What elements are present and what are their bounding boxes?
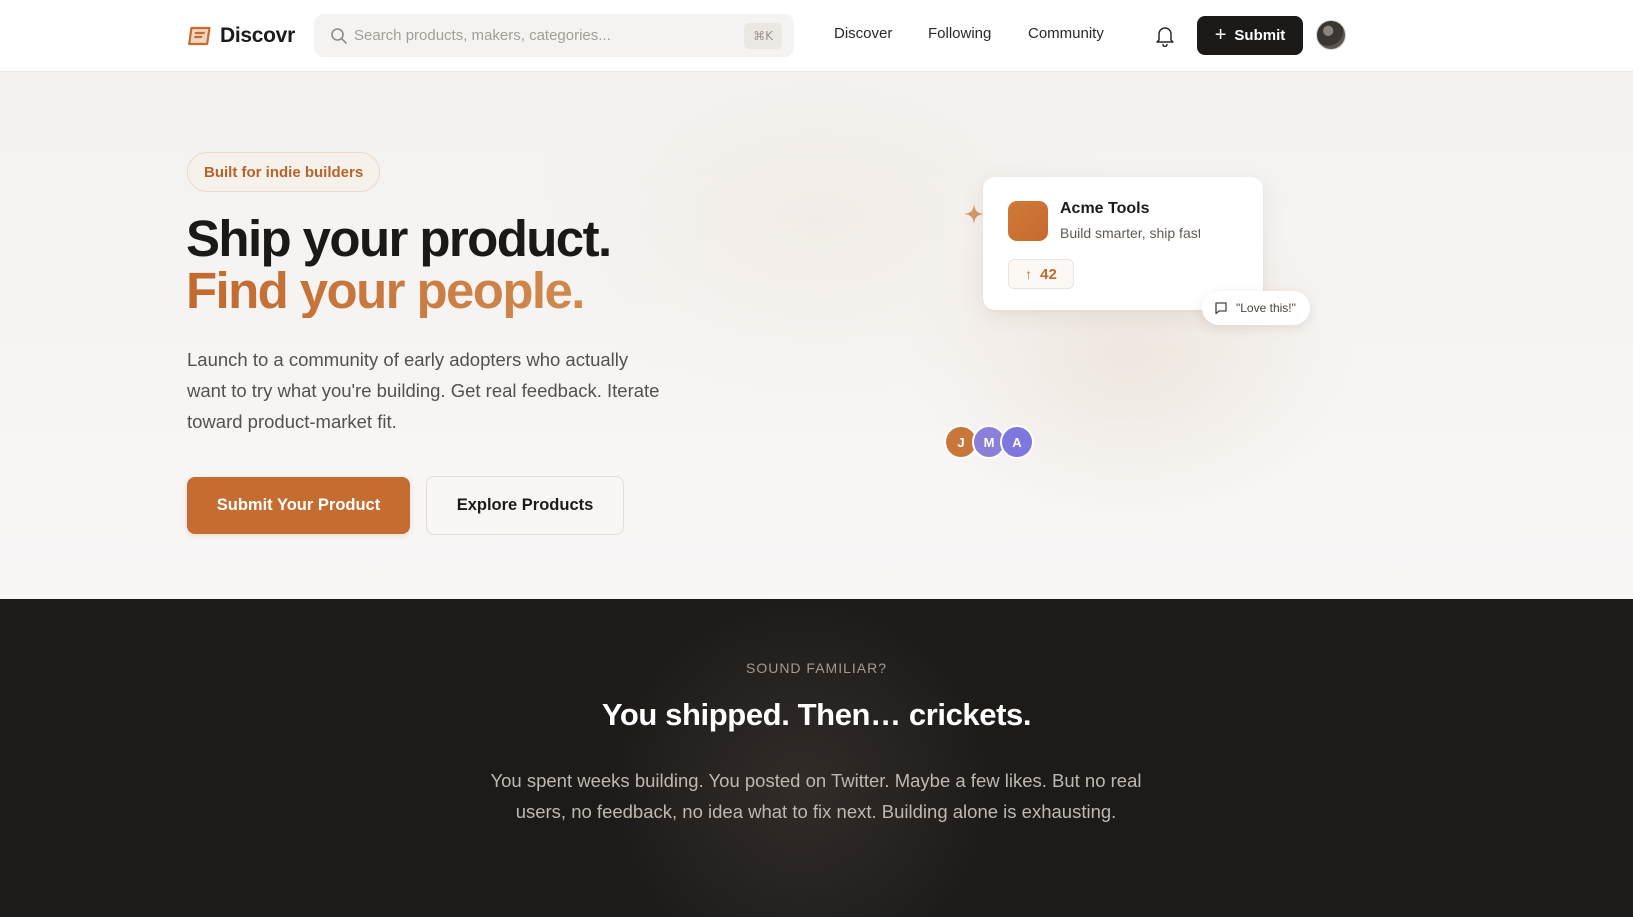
explore-products-button[interactable]: Explore Products [426, 476, 624, 535]
logo-icon [188, 26, 211, 46]
brand-logo[interactable]: Discovr [187, 22, 295, 50]
comment-bubble: "Love this!" [1202, 291, 1310, 325]
upvote-count: 42 [1040, 265, 1057, 283]
product-tagline: Build smarter, ship faster [1060, 225, 1200, 241]
search-shortcut-badge: ⌘K [744, 23, 782, 49]
plus-icon: + [1214, 23, 1227, 46]
hero-section: Built for indie builders Ship your produ… [0, 72, 1633, 599]
hero-title-line-1: Ship your product. [186, 210, 612, 267]
header-submit-button[interactable]: + Submit [1197, 16, 1303, 55]
nav-link-following[interactable]: Following [928, 25, 991, 42]
nav-link-community[interactable]: Community [1028, 25, 1104, 42]
top-nav-bar: Discovr ⌘K Discover Following Community … [0, 0, 1633, 72]
search-input[interactable] [354, 14, 714, 57]
submit-product-button[interactable]: Submit Your Product [187, 477, 410, 534]
problem-section: SOUND FAMILIAR? You shipped. Then… crick… [0, 599, 1633, 917]
arrow-up-icon: ↑ [1025, 266, 1033, 282]
hero-description: Launch to a community of early adopters … [187, 349, 660, 432]
comment-text: "Love this!" [1236, 301, 1296, 315]
problem-eyebrow: SOUND FAMILIAR? [745, 660, 888, 676]
brand-name: Discovr [220, 24, 295, 47]
hero-badge: Built for indie builders [187, 152, 381, 192]
search-icon [331, 28, 347, 44]
comment-icon [1215, 302, 1227, 315]
user-avatar[interactable] [1316, 20, 1346, 50]
problem-description: You spent weeks building. You posted on … [490, 770, 1142, 822]
problem-title: You shipped. Then… crickets. [601, 697, 1032, 732]
upvote-button[interactable]: ↑ 42 [1008, 259, 1074, 289]
header-submit-label: Submit [1234, 27, 1286, 44]
product-logo [1008, 201, 1048, 241]
nav-link-discover[interactable]: Discover [834, 25, 892, 42]
bell-icon[interactable] [1155, 25, 1175, 47]
sparkle-icon [964, 204, 984, 224]
product-name: Acme Tools [1060, 200, 1150, 217]
hero-title-line-2: Find your people. [186, 262, 585, 319]
search-bar[interactable]: ⌘K [314, 14, 794, 57]
avatar-a: A [1000, 425, 1034, 459]
